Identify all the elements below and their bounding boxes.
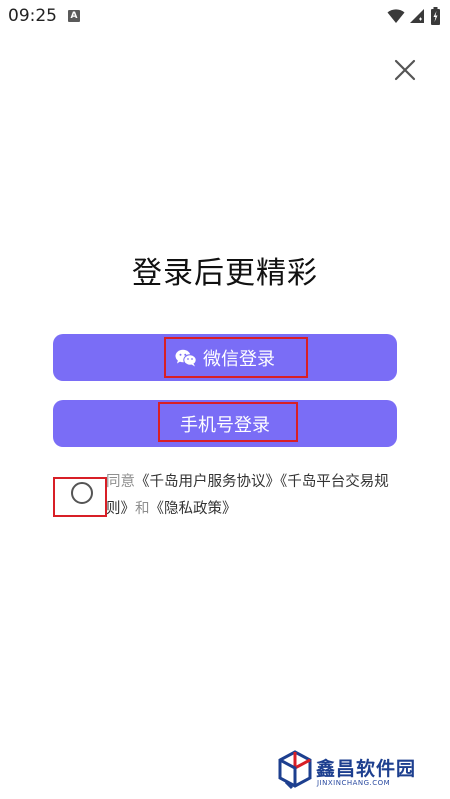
battery-charging-icon xyxy=(431,7,440,25)
notification-a-icon: A xyxy=(68,10,80,22)
privacy-policy-link[interactable]: 《隐私政策》 xyxy=(150,501,237,517)
wechat-icon xyxy=(175,349,197,367)
watermark-logo-icon xyxy=(278,750,312,790)
agreement-radio[interactable] xyxy=(71,482,93,504)
wifi-icon xyxy=(387,8,405,24)
close-button[interactable] xyxy=(392,57,418,83)
service-agreement-link[interactable]: 《千岛用户服务协议》 xyxy=(135,474,280,490)
wechat-login-button[interactable]: 微信登录 xyxy=(53,334,397,381)
watermark-name: 鑫昌软件园 xyxy=(316,758,417,780)
agreement-text: 同意《千岛用户服务协议》《千岛平台交易规则》和《隐私政策》 xyxy=(106,469,391,523)
phone-login-label: 手机号登录 xyxy=(180,414,270,436)
watermark: 鑫昌软件园 JINXINCHANG.COM xyxy=(276,748,446,796)
watermark-domain: JINXINCHANG.COM xyxy=(317,779,391,787)
wechat-login-label: 微信登录 xyxy=(203,348,275,370)
close-icon xyxy=(394,59,416,81)
status-bar: 09:25 A xyxy=(0,0,450,34)
phone-login-button[interactable]: 手机号登录 xyxy=(53,400,397,447)
page-title: 登录后更精彩 xyxy=(132,256,318,291)
status-indicators xyxy=(387,6,440,26)
signal-icon xyxy=(409,8,425,24)
agreement-and: 和 xyxy=(135,501,150,517)
status-time: 09:25 xyxy=(8,6,57,26)
agreement-prefix: 同意 xyxy=(106,474,135,490)
